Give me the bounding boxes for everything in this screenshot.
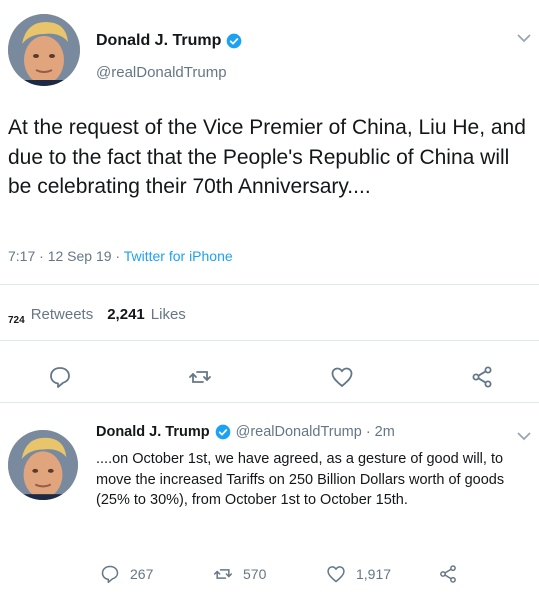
display-name-text[interactable]: Donald J. Trump	[96, 32, 221, 50]
display-name[interactable]: Donald J. Trump	[96, 32, 242, 50]
likes-count[interactable]: 2,241	[107, 306, 145, 323]
tweet-actions: 267 570 1,917	[0, 564, 539, 588]
profile-photo	[8, 14, 80, 86]
reply-count: 267	[130, 566, 154, 582]
avatar[interactable]	[8, 430, 78, 500]
tweet-timestamp: 7:17 · 12 Sep 19 · Twitter for iPhone	[8, 248, 233, 264]
likes-label[interactable]: Likes	[151, 306, 186, 323]
tweet-source-link[interactable]: Twitter for iPhone	[124, 248, 233, 264]
divider	[0, 340, 539, 341]
retweet-icon	[213, 569, 233, 579]
chevron-down-icon[interactable]	[517, 428, 531, 444]
tweet-time-date[interactable]: 7:17 · 12 Sep 19 ·	[8, 248, 124, 264]
display-name[interactable]: Donald J. Trump	[96, 424, 210, 440]
tweet-header: Donald J. Trump @realDonaldTrump · 2m	[96, 424, 395, 440]
verified-badge-icon	[227, 33, 242, 49]
tweet-text: At the request of the Vice Premier of Ch…	[8, 116, 526, 198]
user-handle[interactable]: @realDonaldTrump	[96, 64, 227, 81]
profile-photo	[8, 430, 78, 500]
divider	[0, 402, 539, 403]
share-button[interactable]	[438, 564, 468, 584]
retweet-icon[interactable]	[188, 365, 212, 389]
tweet-text: ....on October 1st, we have agreed, as a…	[96, 451, 505, 508]
share-icon[interactable]	[470, 365, 494, 389]
like-icon[interactable]	[330, 365, 354, 389]
retweets-label[interactable]: Retweets	[31, 306, 94, 323]
user-handle[interactable]: @realDonaldTrump · 2m	[236, 424, 395, 440]
divider	[0, 284, 539, 285]
reply-button[interactable]: 267	[100, 564, 153, 584]
verified-badge-icon	[215, 424, 230, 440]
share-icon	[440, 565, 456, 583]
retweet-button[interactable]: 570	[213, 564, 266, 584]
retweets-count[interactable]: 724	[8, 315, 25, 326]
like-count: 1,917	[356, 566, 392, 582]
reply-icon[interactable]	[48, 365, 72, 389]
tweet-actions	[0, 362, 539, 392]
like-icon	[327, 566, 345, 583]
retweet-count: 570	[243, 566, 267, 582]
engagement-stats: 724 Retweets 2,241 Likes	[8, 306, 186, 326]
avatar[interactable]	[8, 14, 80, 86]
chevron-down-icon[interactable]	[517, 30, 531, 46]
reply-icon	[101, 565, 119, 584]
like-button[interactable]: 1,917	[326, 564, 391, 584]
